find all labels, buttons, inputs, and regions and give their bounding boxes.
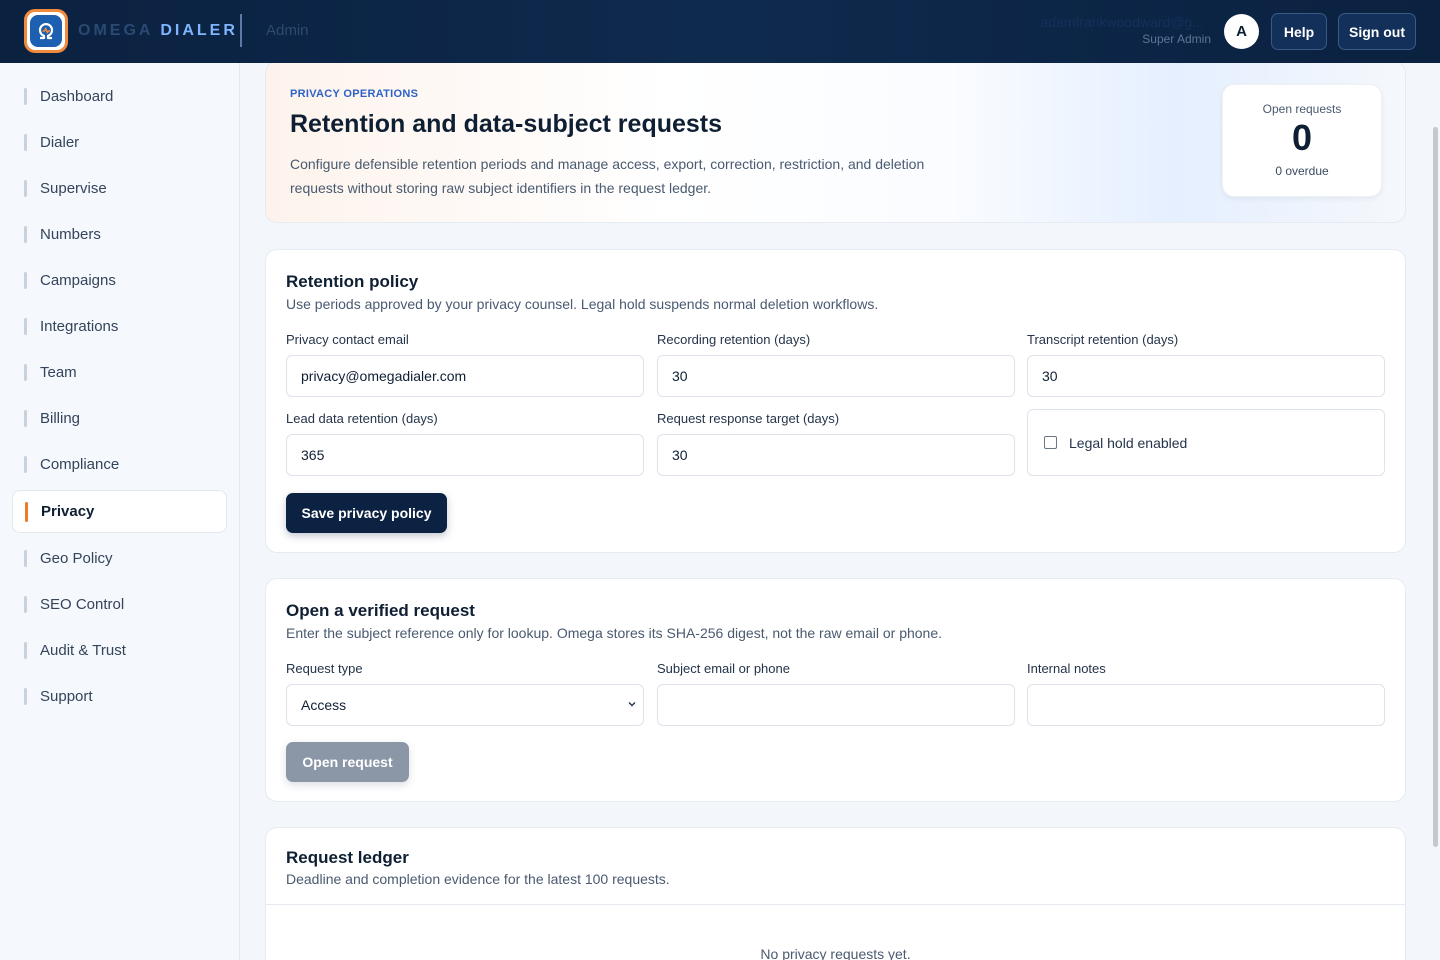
sidebar-item-geo-policy[interactable]: Geo Policy [12,537,227,580]
sidebar-item-billing[interactable]: Billing [12,397,227,440]
sidebar-item-dialer[interactable]: Dialer [12,121,227,164]
sidebar-item-campaigns[interactable]: Campaigns [12,259,227,302]
nav-indicator [24,226,27,243]
sidebar-item-label: Campaigns [40,272,116,289]
request-ledger-card: Request ledger Deadline and completion e… [265,827,1406,960]
page-title: Retention and data-subject requests [290,110,723,138]
top-bar: OMEGA DIALER Admin adamfrankwoodward@g..… [0,0,1440,63]
open-request-card: Open a verified request Enter the subjec… [265,578,1406,802]
sidebar-item-numbers[interactable]: Numbers [12,213,227,256]
nav-indicator [24,318,27,335]
nav-indicator [24,642,27,659]
transcript-retention-label: Transcript retention (days) [1027,332,1179,347]
nav-indicator [24,688,27,705]
request-type-value: Access [301,697,347,713]
help-button[interactable]: Help [1271,13,1327,50]
page-description: Configure defensible retention periods a… [290,156,925,196]
nav-indicator [24,88,27,105]
subject-label: Subject email or phone [657,661,790,676]
internal-notes-label: Internal notes [1027,661,1106,676]
empty-state: No privacy requests yet. [760,946,911,960]
sidebar-item-privacy[interactable]: Privacy [12,490,227,533]
sidebar-item-integrations[interactable]: Integrations [12,305,227,348]
nav-indicator [24,134,27,151]
nav-indicator [24,364,27,381]
sidebar-item-label: Audit & Trust [40,642,126,659]
brand-first: OMEGA [78,22,153,39]
save-privacy-policy-button[interactable]: Save privacy policy [286,493,447,533]
subject-email-or-phone-field[interactable] [657,684,1015,726]
stat-value: 0 [1291,117,1313,158]
sidebar-item-label: Team [40,364,77,381]
nav-indicator [24,180,27,197]
sidebar-item-label: Support [40,688,93,705]
ledger-divider [266,904,1405,905]
scrollbar-thumb[interactable] [1433,127,1438,847]
legal-hold-toggle[interactable]: Legal hold enabled [1027,409,1385,476]
brand-second: DIALER [160,22,238,39]
sidebar-item-label: Dialer [40,134,80,151]
eyebrow: PRIVACY OPERATIONS [290,88,419,100]
sidebar-item-label: Integrations [40,318,119,335]
legal-hold-label: Legal hold enabled [1069,434,1188,451]
nav-indicator [25,501,28,522]
nav-indicator [24,272,27,289]
sidebar-item-compliance[interactable]: Compliance [12,443,227,486]
response-target-field[interactable]: 30 [657,434,1015,476]
hero-card: PRIVACY OPERATIONS Retention and data-su… [265,63,1406,223]
user-role: Super Admin [1142,32,1211,46]
omega-logo-icon[interactable] [24,9,68,53]
main-content: PRIVACY OPERATIONS Retention and data-su… [240,63,1430,960]
section-subtitle: Deadline and completion evidence for the… [286,871,670,887]
nav-indicator [24,456,27,473]
sidebar-item-label: Compliance [40,456,120,473]
sidebar-item-label: Dashboard [40,88,114,105]
sign-out-button[interactable]: Sign out [1338,13,1416,50]
chevron-down-icon [628,702,636,707]
response-target-label: Request response target (days) [657,411,840,426]
sidebar-item-seo-control[interactable]: SEO Control [12,583,227,626]
user-email: adamfrankwoodward@g... [1040,14,1204,30]
section-title: Open a verified request [286,601,475,620]
stat-label: Open requests [1262,102,1342,116]
sidebar-item-label: Privacy [41,503,95,520]
sidebar-item-support[interactable]: Support [12,675,227,718]
lead-retention-field[interactable]: 365 [286,434,644,476]
sidebar-item-label: Geo Policy [40,550,113,567]
open-requests-stat: Open requests 0 0 overdue [1222,84,1382,197]
sidebar-item-team[interactable]: Team [12,351,227,394]
sidebar-item-dashboard[interactable]: Dashboard [12,75,227,118]
nav-indicator [24,596,27,613]
nav-indicator [24,410,27,427]
sidebar-item-label: Numbers [40,226,101,243]
brand-divider [240,14,242,47]
transcript-retention-field[interactable]: 30 [1027,355,1385,397]
open-request-button[interactable]: Open request [286,742,409,782]
sidebar-item-label: SEO Control [40,596,125,613]
section-subtitle: Use periods approved by your privacy cou… [286,296,879,312]
area-label: Admin [266,22,309,39]
request-type-select[interactable]: Access [286,684,644,726]
retention-policy-card: Retention policy Use periods approved by… [265,249,1406,553]
privacy-contact-label: Privacy contact email [286,332,409,347]
sidebar-item-label: Supervise [40,180,107,197]
section-title: Retention policy [286,272,419,291]
sidebar-item-label: Billing [40,410,81,427]
recording-retention-field[interactable]: 30 [657,355,1015,397]
sidebar-item-audit-trust[interactable]: Audit & Trust [12,629,227,672]
request-type-label: Request type [286,661,363,676]
recording-retention-label: Recording retention (days) [657,332,811,347]
stat-overdue: 0 overdue [1275,164,1329,178]
internal-notes-field[interactable] [1027,684,1385,726]
sidebar: Dashboard Dialer Supervise Numbers Campa… [0,63,240,960]
brand-name: OMEGA DIALER [78,22,238,40]
nav-indicator [24,550,27,567]
section-subtitle: Enter the subject reference only for loo… [286,625,943,641]
privacy-contact-email-field[interactable]: privacy@omegadialer.com [286,355,644,397]
sidebar-item-supervise[interactable]: Supervise [12,167,227,210]
section-title: Request ledger [286,848,409,867]
avatar[interactable]: A [1224,14,1259,49]
legal-hold-checkbox[interactable] [1044,436,1057,449]
lead-retention-label: Lead data retention (days) [286,411,438,426]
